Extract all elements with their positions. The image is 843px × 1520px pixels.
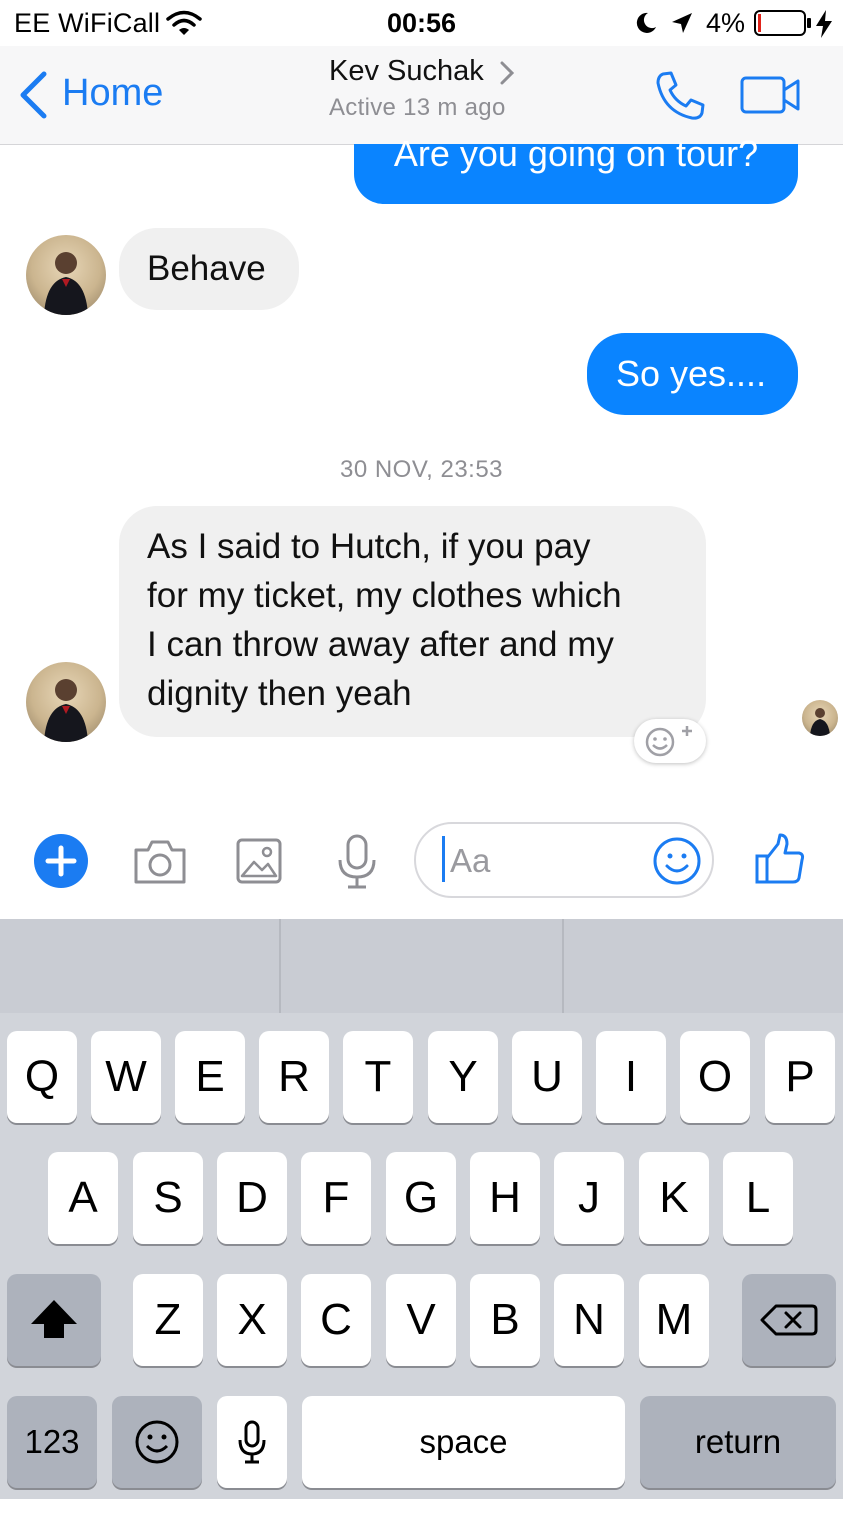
message-line: I can throw away after and my — [147, 625, 614, 664]
shift-arrow-icon — [31, 1300, 77, 1338]
space-key[interactable]: space — [302, 1396, 625, 1488]
location-arrow-icon — [672, 13, 692, 33]
key-e[interactable]: E — [175, 1031, 245, 1123]
text-caret — [442, 836, 445, 882]
message-text: So yes.... — [616, 353, 767, 394]
do-not-disturb-icon — [636, 12, 656, 33]
emoji-icon — [135, 1420, 179, 1464]
thumbs-up-icon[interactable] — [754, 832, 806, 886]
phone-call-icon[interactable] — [654, 70, 706, 122]
message-line: As I said to Hutch, if you pay — [147, 527, 591, 566]
add-reaction-button[interactable] — [634, 719, 706, 763]
keyboard: Q W E R T Y U I O P A S D F G H J K L Z … — [0, 919, 843, 1499]
message-input-placeholder: Aa — [450, 842, 491, 879]
key-z[interactable]: Z — [133, 1274, 203, 1366]
avatar — [26, 235, 106, 315]
microphone-icon[interactable] — [336, 834, 378, 890]
camera-icon[interactable] — [132, 838, 188, 886]
image-icon[interactable] — [236, 838, 282, 884]
key-i[interactable]: I — [596, 1031, 666, 1123]
key-s[interactable]: S — [133, 1152, 203, 1244]
chevron-right-icon[interactable] — [498, 60, 516, 86]
back-chevron-icon[interactable] — [18, 71, 48, 119]
video-call-icon[interactable] — [740, 76, 802, 114]
message-line: dignity then yeah — [147, 674, 412, 713]
message-text: Are you going on tour? — [393, 133, 759, 174]
key-p[interactable]: P — [765, 1031, 835, 1123]
key-b[interactable]: B — [470, 1274, 540, 1366]
add-reaction-icon — [645, 726, 692, 757]
microphone-icon — [238, 1420, 266, 1464]
key-f[interactable]: F — [301, 1152, 371, 1244]
key-h[interactable]: H — [470, 1152, 540, 1244]
read-receipt-avatar — [802, 700, 838, 736]
shift-key[interactable] — [7, 1274, 101, 1366]
message-bubble-incoming[interactable]: Behave — [119, 228, 299, 310]
delete-key[interactable] — [742, 1274, 836, 1366]
key-t[interactable]: T — [343, 1031, 413, 1123]
battery-percent: 4% — [706, 8, 746, 38]
charging-bolt-icon — [816, 10, 832, 38]
key-a[interactable]: A — [48, 1152, 118, 1244]
key-j[interactable]: J — [554, 1152, 624, 1244]
key-c[interactable]: C — [301, 1274, 371, 1366]
message-input[interactable]: Aa — [414, 822, 714, 898]
numbers-key[interactable]: 123 — [7, 1396, 97, 1488]
key-y[interactable]: Y — [428, 1031, 498, 1123]
return-key[interactable]: return — [640, 1396, 836, 1488]
key-q[interactable]: Q — [7, 1031, 77, 1123]
plus-icon[interactable] — [33, 833, 89, 889]
divider — [279, 919, 281, 1013]
emoji-icon[interactable] — [652, 836, 702, 886]
status-bar: EE WiFiCall 00:56 4% — [0, 0, 843, 46]
contact-name[interactable]: Kev Suchak — [329, 55, 484, 88]
dictation-key[interactable] — [217, 1396, 287, 1488]
key-u[interactable]: U — [512, 1031, 582, 1123]
key-k[interactable]: K — [639, 1152, 709, 1244]
active-status: Active 13 m ago — [329, 94, 506, 121]
message-text: Behave — [147, 249, 266, 288]
key-m[interactable]: M — [639, 1274, 709, 1366]
timestamp: 30 NOV, 23:53 — [339, 456, 504, 483]
key-x[interactable]: X — [217, 1274, 287, 1366]
predictive-text-bar — [0, 919, 843, 1013]
message-bubble-outgoing[interactable]: Are you going on tour? — [354, 133, 798, 204]
key-v[interactable]: V — [386, 1274, 456, 1366]
avatar — [26, 662, 106, 742]
key-g[interactable]: G — [386, 1152, 456, 1244]
message-bubble-incoming[interactable]: As I said to Hutch, if you pay for my ti… — [119, 506, 706, 737]
message-bubble-outgoing[interactable]: So yes.... — [587, 333, 798, 415]
key-d[interactable]: D — [217, 1152, 287, 1244]
key-o[interactable]: O — [680, 1031, 750, 1123]
key-w[interactable]: W — [91, 1031, 161, 1123]
message-line: for my ticket, my clothes which — [147, 576, 622, 615]
composer-bar: Aa — [0, 806, 843, 919]
backspace-icon — [760, 1304, 818, 1336]
key-n[interactable]: N — [554, 1274, 624, 1366]
battery-icon — [754, 10, 811, 36]
divider — [562, 919, 564, 1013]
key-r[interactable]: R — [259, 1031, 329, 1123]
back-button[interactable]: Home — [62, 72, 163, 115]
emoji-keyboard-key[interactable] — [112, 1396, 202, 1488]
key-l[interactable]: L — [723, 1152, 793, 1244]
